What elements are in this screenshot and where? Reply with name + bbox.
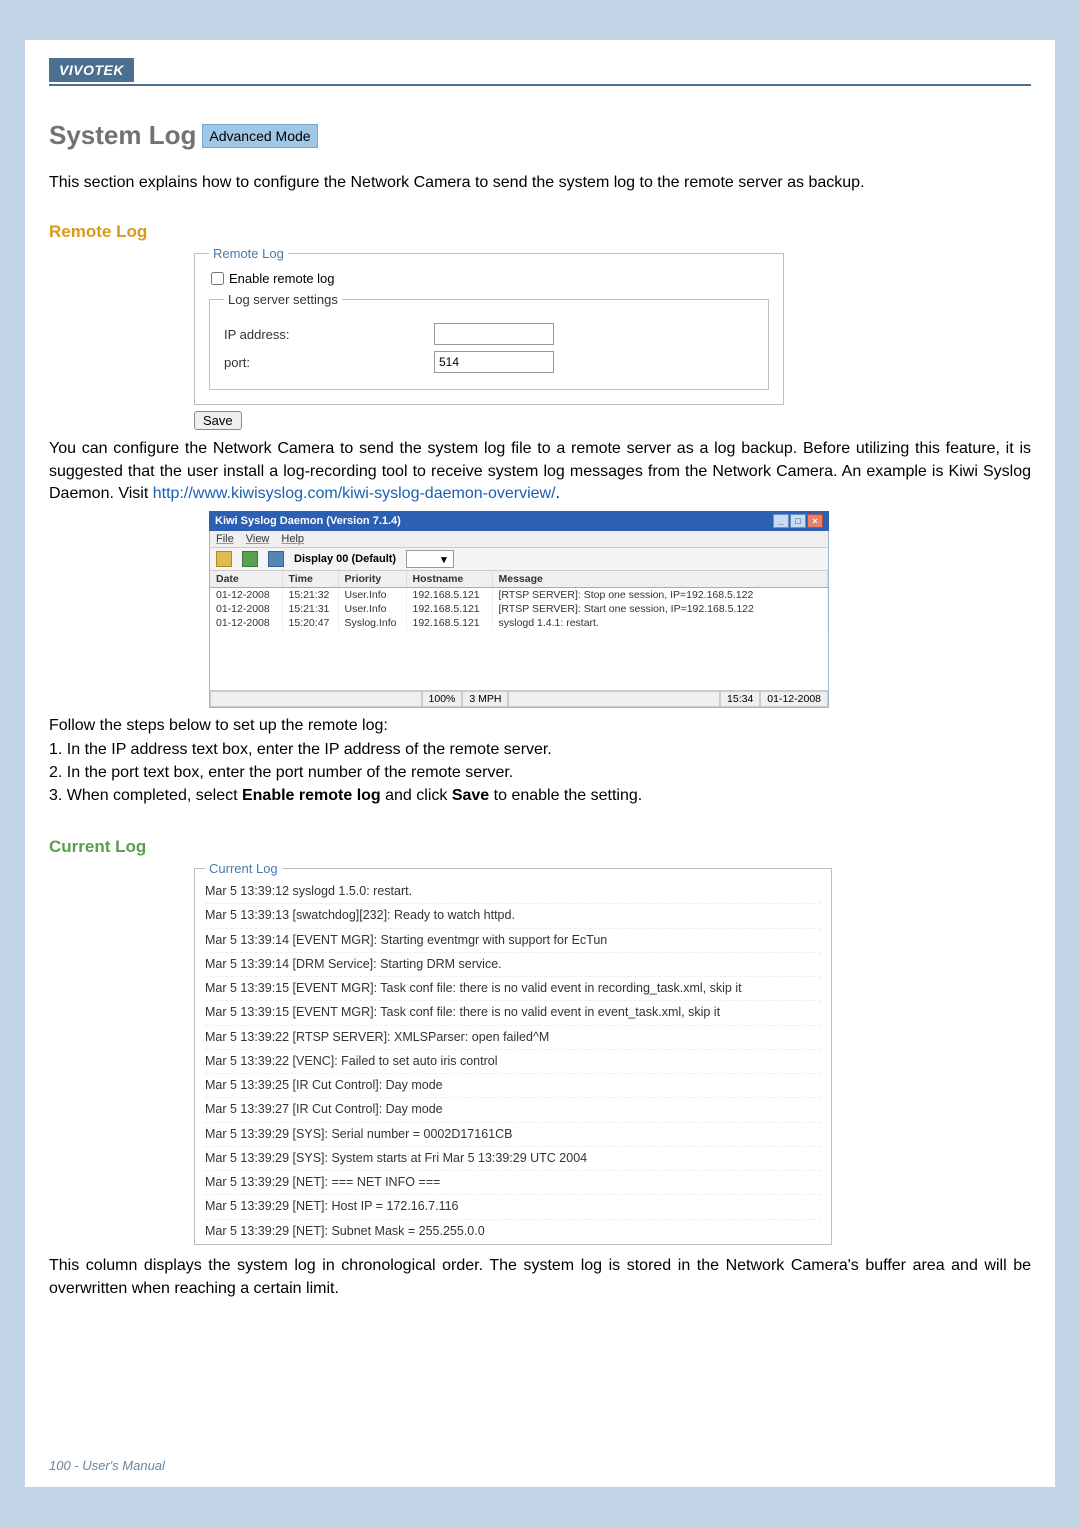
- current-log-description: This column displays the system log in c…: [49, 1255, 1031, 1300]
- current-log-legend: Current Log: [205, 861, 282, 876]
- remote-log-heading: Remote Log: [49, 222, 1031, 242]
- toolbar-icon-3[interactable]: [268, 551, 284, 567]
- log-line: Mar 5 13:39:14 [DRM Service]: Starting D…: [205, 953, 821, 977]
- menu-file[interactable]: File: [216, 533, 234, 545]
- log-line: Mar 5 13:39:15 [EVENT MGR]: Task conf fi…: [205, 1001, 821, 1025]
- table-row[interactable]: 01-12-200815:21:31User.Info192.168.5.121…: [210, 602, 828, 616]
- title-text: System Log: [49, 120, 196, 151]
- ip-address-label: IP address:: [224, 327, 434, 342]
- log-line: Mar 5 13:39:29 [NET]: === NET INFO ===: [205, 1171, 821, 1195]
- display-dropdown[interactable]: ▾: [406, 550, 454, 568]
- log-line: Mar 5 13:39:29 [NET]: Host IP = 172.16.7…: [205, 1195, 821, 1219]
- log-server-legend: Log server settings: [224, 292, 342, 307]
- close-icon[interactable]: ×: [807, 514, 823, 528]
- brand-label: VIVOTEK: [49, 58, 134, 82]
- toolbar-icon-2[interactable]: [242, 551, 258, 567]
- remote-log-steps: Follow the steps below to set up the rem…: [49, 714, 1031, 807]
- save-button[interactable]: Save: [194, 411, 242, 430]
- table-row[interactable]: 01-12-200815:21:32User.Info192.168.5.121…: [210, 588, 828, 603]
- kiwi-menu-bar: File View Help: [210, 531, 828, 547]
- intro-text: This section explains how to configure t…: [49, 171, 1031, 194]
- chevron-down-icon: ▾: [441, 553, 447, 566]
- toolbar-icon-1[interactable]: [216, 551, 232, 567]
- log-server-fieldset: Log server settings IP address: port:: [209, 292, 769, 390]
- menu-help[interactable]: Help: [281, 533, 304, 545]
- column-header[interactable]: Message: [492, 571, 828, 588]
- column-header[interactable]: Time: [282, 571, 338, 588]
- status-percent: 100%: [422, 691, 463, 707]
- enable-remote-log-checkbox[interactable]: [211, 272, 224, 285]
- log-line: Mar 5 13:39:25 [IR Cut Control]: Day mod…: [205, 1074, 821, 1098]
- page-title: System Log Advanced Mode: [49, 120, 1031, 151]
- log-line: Mar 5 13:39:12 syslogd 1.5.0: restart.: [205, 880, 821, 904]
- kiwi-log-grid[interactable]: DateTimePriorityHostnameMessage 01-12-20…: [210, 571, 828, 691]
- log-line: Mar 5 13:39:13 [swatchdog][232]: Ready t…: [205, 904, 821, 928]
- log-line: Mar 5 13:39:15 [EVENT MGR]: Task conf fi…: [205, 977, 821, 1001]
- remote-log-description: You can configure the Network Camera to …: [49, 438, 1031, 505]
- kiwi-window: Kiwi Syslog Daemon (Version 7.1.4) _ □ ×…: [209, 511, 829, 708]
- page-number: 100 - User's Manual: [49, 1458, 165, 1473]
- log-line: Mar 5 13:39:27 [IR Cut Control]: Day mod…: [205, 1098, 821, 1122]
- port-input[interactable]: [434, 351, 554, 373]
- column-header[interactable]: Date: [210, 571, 282, 588]
- port-label: port:: [224, 355, 434, 370]
- column-header[interactable]: Priority: [338, 571, 406, 588]
- column-header[interactable]: Hostname: [406, 571, 492, 588]
- enable-remote-log-label: Enable remote log: [229, 271, 335, 286]
- current-log-viewer[interactable]: Mar 5 13:39:12 syslogd 1.5.0: restart.Ma…: [205, 880, 829, 1240]
- log-line: Mar 5 13:39:22 [VENC]: Failed to set aut…: [205, 1050, 821, 1074]
- log-line: Mar 5 13:39:29 [SYS]: Serial number = 00…: [205, 1123, 821, 1147]
- display-label: Display 00 (Default): [294, 553, 396, 565]
- maximize-icon[interactable]: □: [790, 514, 806, 528]
- status-time: 15:34: [720, 691, 760, 707]
- status-mph: 3 MPH: [462, 691, 508, 707]
- log-line: Mar 5 13:39:14 [EVENT MGR]: Starting eve…: [205, 929, 821, 953]
- menu-view[interactable]: View: [246, 533, 270, 545]
- remote-log-legend: Remote Log: [209, 246, 288, 261]
- status-date: 01-12-2008: [760, 691, 828, 707]
- current-log-fieldset: Current Log Mar 5 13:39:12 syslogd 1.5.0…: [194, 861, 832, 1245]
- mode-badge: Advanced Mode: [202, 124, 317, 148]
- kiwi-title-text: Kiwi Syslog Daemon (Version 7.1.4): [215, 515, 401, 527]
- remote-log-fieldset: Remote Log Enable remote log Log server …: [194, 246, 784, 405]
- log-line: Mar 5 13:39:22 [RTSP SERVER]: XMLSParser…: [205, 1026, 821, 1050]
- minimize-icon[interactable]: _: [773, 514, 789, 528]
- ip-address-input[interactable]: [434, 323, 554, 345]
- log-line: Mar 5 13:39:29 [NET]: Subnet Mask = 255.…: [205, 1220, 821, 1241]
- kiwi-link[interactable]: http://www.kiwisyslog.com/kiwi-syslog-da…: [153, 485, 556, 502]
- log-line: Mar 5 13:39:29 [SYS]: System starts at F…: [205, 1147, 821, 1171]
- kiwi-status-bar: 100% 3 MPH 15:34 01-12-2008: [210, 691, 828, 707]
- table-row[interactable]: 01-12-200815:20:47Syslog.Info192.168.5.1…: [210, 616, 828, 630]
- current-log-heading: Current Log: [49, 837, 1031, 857]
